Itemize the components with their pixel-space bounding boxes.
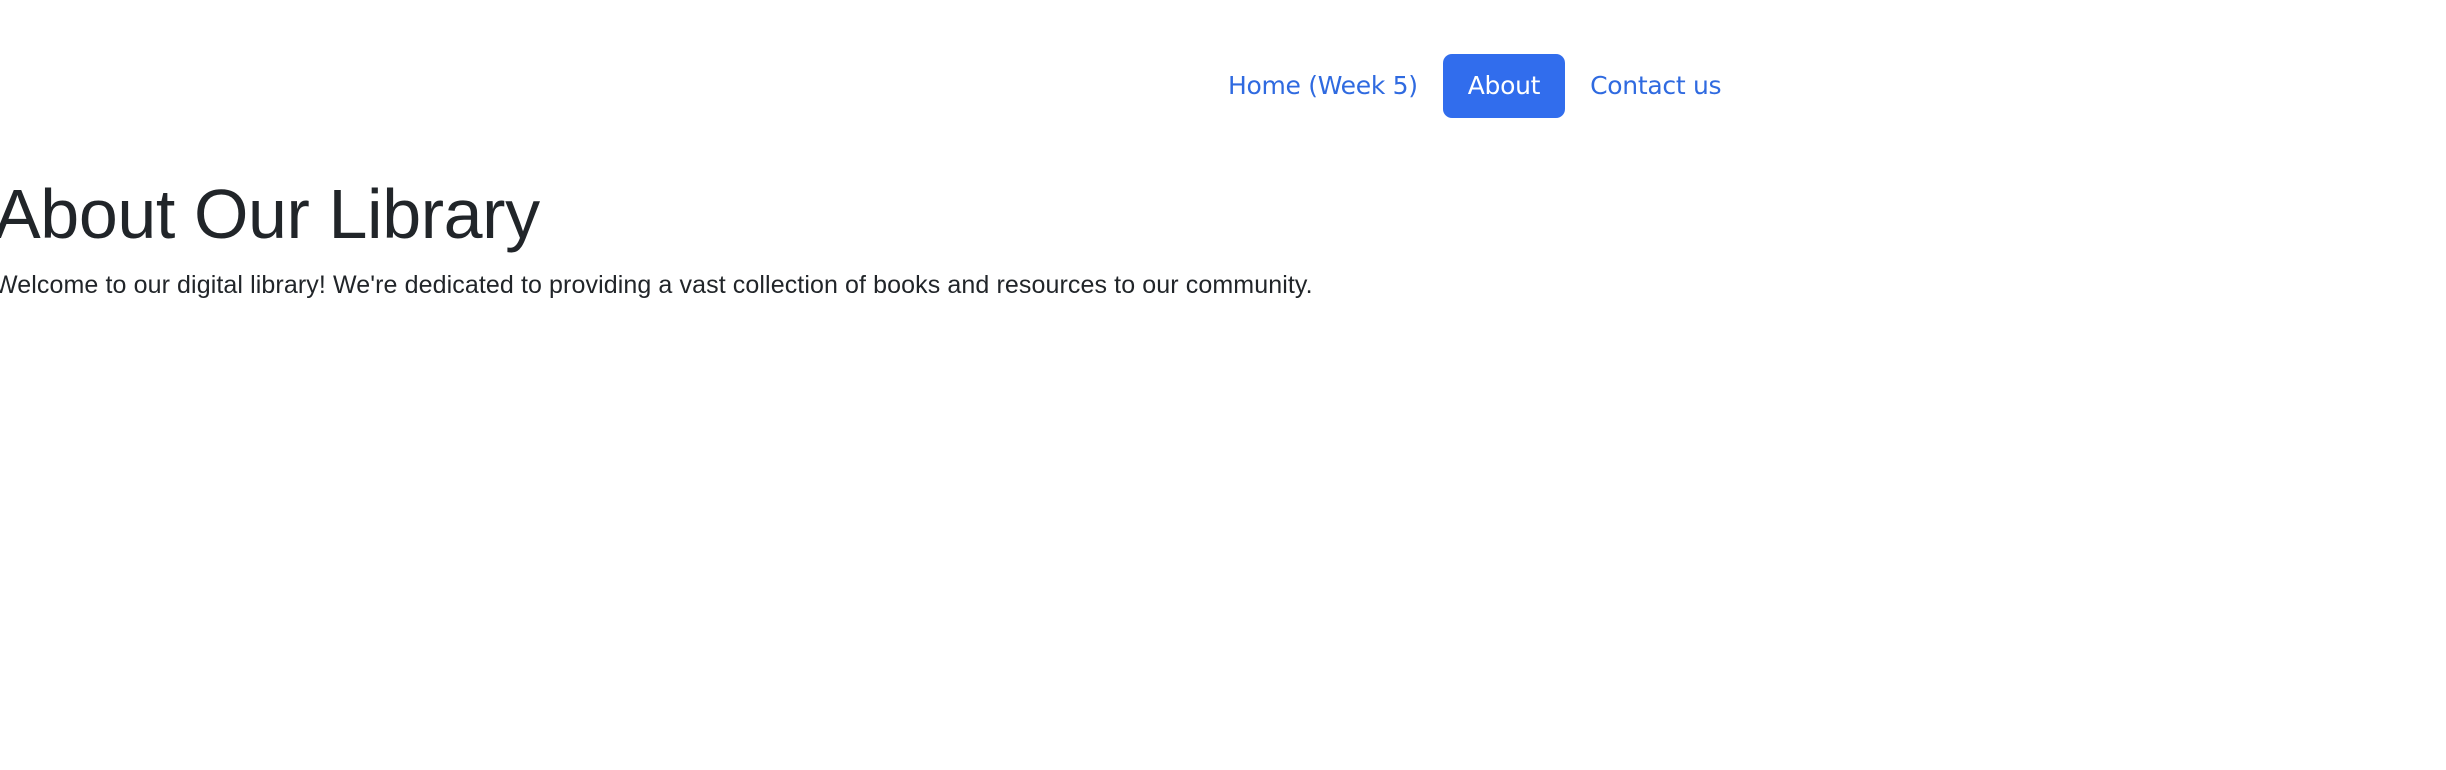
page: Home (Week 5) About Contact us About Our… [0,0,2446,770]
top-nav: Home (Week 5) About Contact us [1213,54,1736,118]
page-description: Welcome to our digital library! We're de… [0,271,1313,299]
nav-link-contact[interactable]: Contact us [1575,54,1736,118]
page-title: About Our Library [0,175,540,253]
nav-link-about[interactable]: About [1442,54,1566,118]
nav-link-home[interactable]: Home (Week 5) [1213,54,1433,118]
